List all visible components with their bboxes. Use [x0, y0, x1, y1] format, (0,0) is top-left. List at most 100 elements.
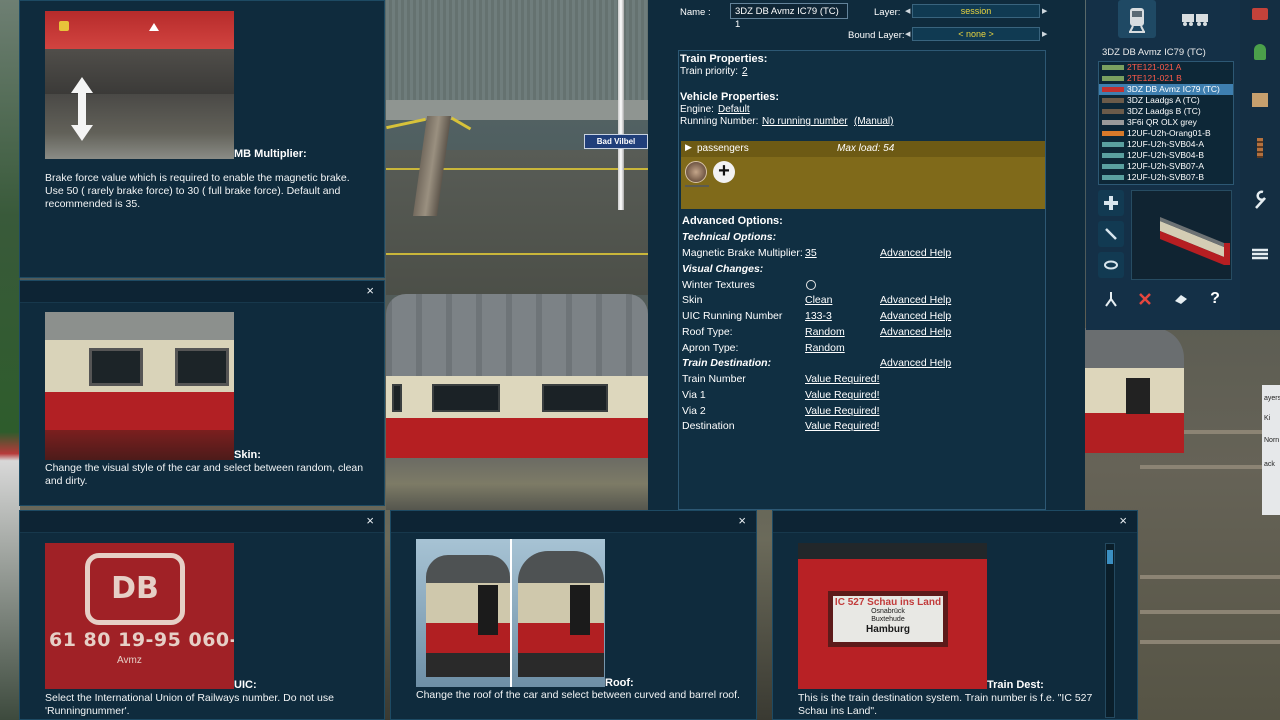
- asset-thumbnail: [1102, 98, 1124, 103]
- rotate-icon[interactable]: [1098, 252, 1124, 278]
- asset-list-item[interactable]: 12UF-U2h-SVB04-A: [1099, 139, 1233, 150]
- via2-value[interactable]: Value Required!: [805, 405, 880, 417]
- help-titlebar[interactable]: ×: [20, 281, 384, 303]
- asset-list-item[interactable]: 3DZ DB Avmz IC79 (TC): [1099, 84, 1233, 95]
- running-number-manual[interactable]: (Manual): [854, 116, 893, 127]
- roof-variant-curved: [416, 539, 510, 687]
- eraser-icon[interactable]: [1168, 286, 1194, 312]
- car-door: [570, 585, 590, 635]
- coach-skirt: [1084, 413, 1184, 453]
- help-panel-skin: × Skin: Change the visual style of the c…: [19, 280, 385, 506]
- close-icon[interactable]: ×: [366, 284, 374, 298]
- mbm-advanced-help[interactable]: Advanced Help: [880, 247, 951, 259]
- selected-asset-title: 3DZ DB Avmz IC79 (TC): [1102, 47, 1206, 58]
- help-panel-uic: × DB 61 80 19-95 060-8 Avmz UIC: Select …: [19, 510, 385, 720]
- help-title: Train Dest:: [987, 679, 1044, 691]
- running-number-value[interactable]: No running number: [762, 116, 848, 127]
- close-icon[interactable]: ×: [366, 514, 374, 528]
- train-destination-heading: Train Destination:: [682, 357, 772, 369]
- close-icon[interactable]: ×: [1119, 514, 1127, 528]
- arrow-right-icon[interactable]: ▶: [1042, 7, 1047, 15]
- track-icon[interactable]: [1246, 134, 1274, 162]
- help-icon[interactable]: ?: [1202, 286, 1228, 312]
- layers-icon[interactable]: [1246, 240, 1274, 268]
- passenger-icon[interactable]: [685, 161, 707, 183]
- layer-select[interactable]: session: [912, 4, 1040, 18]
- wrench-icon[interactable]: [1098, 221, 1124, 247]
- help-title: Roof:: [605, 677, 634, 689]
- help-text: Change the visual style of the car and s…: [45, 462, 364, 487]
- close-icon[interactable]: ×: [738, 514, 746, 528]
- roof-advanced-help[interactable]: Advanced Help: [880, 326, 951, 338]
- skin-value[interactable]: Clean: [805, 294, 832, 306]
- asset-thumbnail: [1102, 109, 1124, 114]
- skin-advanced-help[interactable]: Advanced Help: [880, 294, 951, 306]
- asset-list-item[interactable]: 12UF-U2h-SVB07-A: [1099, 161, 1233, 172]
- dest-sign-train: IC 527 Schau ins Land: [834, 597, 942, 608]
- via2-label: Via 2: [682, 405, 706, 417]
- help-titlebar[interactable]: ×: [391, 511, 756, 533]
- asset-list-item[interactable]: 2TE121-021 B: [1099, 73, 1233, 84]
- asset-list-item[interactable]: 12UF-U2h-SVB07-B: [1099, 172, 1233, 183]
- help-text: Change the roof of the car and select be…: [416, 689, 740, 701]
- uic-advanced-help[interactable]: Advanced Help: [880, 310, 951, 322]
- name-input[interactable]: 3DZ DB Avmz IC79 (TC) 1: [730, 3, 848, 30]
- cargo-header[interactable]: ▶ passengers Max load: 54: [681, 141, 1045, 157]
- rail: [1140, 610, 1280, 614]
- car-window: [175, 348, 229, 386]
- train-tool-icon[interactable]: [1118, 0, 1156, 38]
- arrow-left-icon[interactable]: ◀: [905, 30, 910, 38]
- consist-tool-icon[interactable]: [1176, 0, 1214, 38]
- add-cargo-icon[interactable]: +: [713, 161, 735, 183]
- add-icon[interactable]: [1098, 190, 1124, 216]
- apron-value[interactable]: Random: [805, 342, 845, 354]
- asset-list-item[interactable]: 2TE121-021 A: [1099, 62, 1233, 73]
- arrow-right-icon[interactable]: ▶: [1042, 30, 1047, 38]
- via1-value[interactable]: Value Required!: [805, 389, 880, 401]
- mbm-value[interactable]: 35: [805, 247, 817, 259]
- train-number-value[interactable]: Value Required!: [805, 373, 880, 385]
- lock-icon[interactable]: [1246, 0, 1274, 28]
- expand-icon[interactable]: ▶: [685, 142, 692, 153]
- arrow-up-icon: [149, 23, 159, 31]
- priority-value[interactable]: 2: [742, 66, 748, 77]
- warning-icon: [59, 21, 69, 31]
- wagons-icon: [1182, 14, 1208, 26]
- asset-thumbnail: [1102, 142, 1124, 147]
- engine-value[interactable]: Default: [718, 104, 750, 115]
- uic-value[interactable]: 133-3: [805, 310, 832, 322]
- scroll-thumb[interactable]: [1107, 550, 1113, 564]
- help-titlebar[interactable]: ×: [773, 511, 1137, 533]
- help-titlebar[interactable]: ×: [20, 511, 384, 533]
- passenger-coach-3d[interactable]: [386, 294, 648, 510]
- asset-list-item[interactable]: 3F6i QR OLX grey: [1099, 117, 1233, 128]
- arrow-left-icon[interactable]: ◀: [905, 7, 910, 15]
- split-icon[interactable]: [1098, 286, 1124, 312]
- train-number-label: Train Number: [682, 373, 746, 385]
- winter-radio[interactable]: [806, 280, 816, 290]
- dest-advanced-help[interactable]: Advanced Help: [880, 357, 951, 369]
- coach-skirt: [386, 418, 648, 458]
- car-body-cream: [518, 583, 604, 623]
- asset-list-item[interactable]: 3DZ Laadgs B (TC): [1099, 106, 1233, 117]
- asset-list[interactable]: 2TE121-021 A 2TE121-021 B 3DZ DB Avmz IC79…: [1098, 61, 1234, 185]
- asset-thumbnail: [1102, 131, 1124, 136]
- asset-thumbnail: [1102, 175, 1124, 180]
- coach-3d-right[interactable]: [1084, 328, 1184, 468]
- delete-icon[interactable]: [1132, 286, 1158, 312]
- building-icon[interactable]: [1246, 86, 1274, 114]
- asset-list-item[interactable]: 12UF-U2h-SVB04-B: [1099, 150, 1233, 161]
- bound-layer-select[interactable]: < none >: [912, 27, 1040, 41]
- car-door: [478, 585, 498, 635]
- cargo-name: passengers: [697, 143, 749, 154]
- car-roof: [518, 551, 604, 583]
- roof-value[interactable]: Random: [805, 326, 845, 338]
- asset-list-item[interactable]: 3DZ Laadgs A (TC): [1099, 95, 1233, 106]
- wrench-icon[interactable]: [1246, 186, 1274, 214]
- asset-list-item[interactable]: 12UF-U2h-Orang01-B: [1099, 128, 1233, 139]
- locomotive-icon: [1129, 8, 1145, 33]
- tree-icon[interactable]: [1246, 38, 1274, 66]
- car-underframe: [426, 653, 510, 677]
- destination-value[interactable]: Value Required!: [805, 420, 880, 432]
- asset-thumbnail: [1102, 164, 1124, 169]
